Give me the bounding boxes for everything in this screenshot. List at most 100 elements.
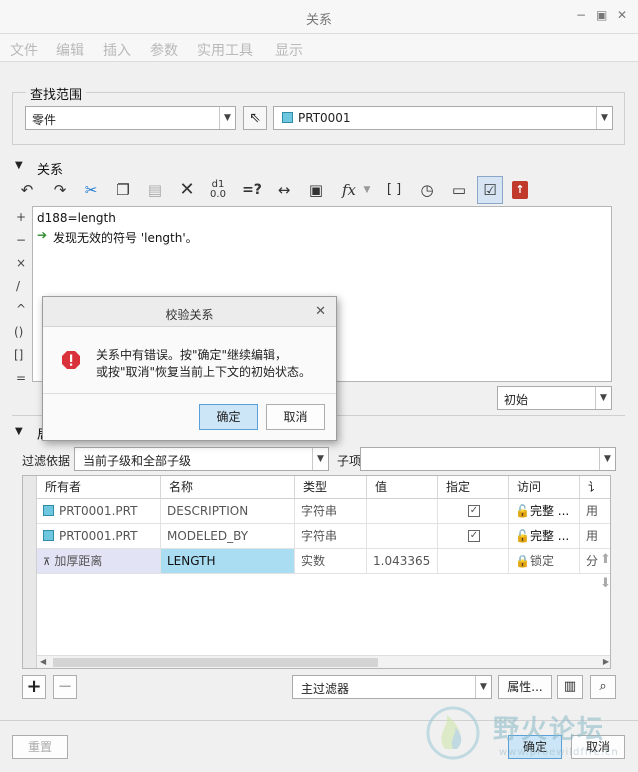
initial-select[interactable]: 初始 ▼ — [497, 386, 612, 410]
dialog-divider — [43, 393, 336, 394]
column-header-type[interactable]: 类型 — [295, 476, 367, 499]
cell-access: 锁定 — [529, 554, 554, 568]
ok-button[interactable]: 确定 — [508, 735, 562, 759]
add-parameter-button[interactable]: + — [22, 675, 46, 699]
table-columns-icon[interactable]: ▥ — [557, 675, 583, 699]
cell-type: 实数 — [295, 549, 367, 574]
redo-icon[interactable]: ↷ — [49, 179, 71, 201]
remove-parameter-button[interactable]: − — [53, 675, 77, 699]
table-row[interactable]: PRT0001.PRT DESCRIPTION 字符串 ✓ 🔓完整 ... 用 — [37, 499, 610, 524]
scroll-left-icon[interactable]: ◀ — [40, 657, 46, 666]
menu-edit[interactable]: 编辑 — [56, 40, 84, 60]
menu-insert[interactable]: 插入 — [103, 40, 131, 60]
op-parentheses[interactable]: () — [14, 325, 23, 339]
chevron-down-icon[interactable]: ▼ — [360, 179, 374, 201]
binoculars-icon[interactable]: ⌕ — [590, 675, 616, 699]
op-power[interactable]: ^ — [16, 302, 26, 316]
move-up-icon[interactable]: ⬆ — [600, 552, 611, 567]
scrollbar-thumb[interactable] — [53, 658, 378, 667]
access-more[interactable]: ... — [558, 529, 569, 543]
parameters-table[interactable]: 所有者 名称 类型 值 指定 访问 讠 PRT0001.PRT DESCRIPT… — [22, 475, 611, 669]
switch-dimensions-icon[interactable]: d1 0.0 — [207, 179, 229, 201]
subitem-select[interactable]: ▼ — [360, 447, 616, 471]
scroll-right-icon[interactable]: ▶ — [603, 657, 609, 666]
chevron-down-icon: ▼ — [312, 448, 328, 470]
dialog-ok-button[interactable]: 确定 — [199, 404, 258, 430]
initial-value: 初始 — [504, 393, 529, 407]
designated-checkbox[interactable]: ✓ — [468, 530, 480, 542]
access-more[interactable]: ... — [558, 504, 569, 518]
cell-access: 完整 — [529, 504, 554, 518]
chevron-down-icon: ▼ — [595, 387, 611, 409]
part-icon — [43, 505, 54, 516]
undo-icon[interactable]: ↶ — [16, 179, 38, 201]
cell-value — [367, 524, 438, 549]
chevron-down-icon: ▼ — [596, 107, 612, 129]
dialog-titlebar: 校验关系 ✕ — [43, 297, 336, 327]
op-plus[interactable]: + — [16, 210, 26, 224]
validate-toggle-icon[interactable]: ☑ — [477, 176, 503, 204]
chevron-down-icon: ▼ — [475, 676, 491, 698]
export-relations-icon[interactable]: ↑ — [512, 181, 528, 199]
minimize-icon[interactable]: − — [576, 8, 586, 22]
dialog-cancel-button[interactable]: 取消 — [266, 404, 325, 430]
column-header-value[interactable]: 值 — [367, 476, 438, 499]
cancel-button[interactable]: 取消 — [571, 735, 625, 759]
move-down-icon[interactable]: ⬇ — [600, 576, 611, 591]
op-divide[interactable]: / — [16, 279, 20, 293]
table-row[interactable]: PRT0001.PRT MODELED_BY 字符串 ✓ 🔓完整 ... 用 — [37, 524, 610, 549]
column-header-access[interactable]: 访问 — [509, 476, 580, 499]
evaluate-button[interactable]: =? — [241, 179, 263, 201]
cell-type: 字符串 — [295, 524, 367, 549]
op-brackets[interactable]: [] — [14, 348, 23, 362]
column-header-name[interactable]: 名称 — [161, 476, 295, 499]
op-minus[interactable]: − — [16, 233, 26, 247]
main-filter-value: 主过滤器 — [301, 682, 350, 696]
footer-divider — [0, 720, 638, 721]
cell-designated — [438, 549, 509, 574]
function-button[interactable]: fx — [338, 179, 360, 201]
measure-icon[interactable]: ↔ — [273, 179, 295, 201]
cell-name[interactable]: LENGTH — [161, 549, 295, 574]
chevron-down-icon: ▼ — [599, 448, 615, 470]
chevron-down-icon: ▼ — [219, 107, 235, 129]
close-icon[interactable]: ✕ — [617, 8, 627, 22]
op-equals[interactable]: = — [16, 371, 26, 385]
delete-icon[interactable]: ✕ — [176, 179, 198, 201]
filter-select[interactable]: 当前子级和全部子级 ▼ — [74, 447, 329, 471]
copy-icon[interactable]: ❐ — [112, 179, 134, 201]
dialog-message-line1: 关系中有错误。按"确定"继续编辑， — [96, 348, 288, 362]
main-filter-select[interactable]: 主过滤器 ▼ — [292, 675, 492, 699]
cell-source: 用 — [580, 524, 610, 549]
sort-relations-icon[interactable]: ▣ — [305, 179, 327, 201]
cut-icon[interactable]: ✂ — [80, 179, 102, 201]
maximize-icon[interactable]: ▣ — [596, 8, 607, 22]
column-header-designated[interactable]: 指定 — [438, 476, 509, 499]
paste-icon[interactable]: ▤ — [144, 179, 166, 201]
designated-checkbox[interactable]: ✓ — [468, 505, 480, 517]
column-header-source[interactable]: 讠 — [580, 476, 610, 499]
select-pointer-button[interactable]: ⇖ — [243, 106, 267, 130]
verify-relations-icon[interactable]: ◷ — [416, 179, 438, 201]
part-icon — [43, 530, 54, 541]
table-row[interactable]: ⊼ 加厚距离 LENGTH 实数 1.043365 🔒锁定 分 — [37, 549, 610, 574]
collapse-triangle-icon[interactable]: ▼ — [15, 426, 23, 437]
scope-model-select[interactable]: PRT0001 ▼ — [273, 106, 613, 130]
horizontal-scrollbar[interactable]: ◀ ▶ — [37, 655, 610, 668]
menu-utilities[interactable]: 实用工具 — [197, 40, 253, 60]
error-icon — [62, 351, 80, 369]
close-icon[interactable]: ✕ — [315, 304, 326, 319]
scope-type-select[interactable]: 零件 ▼ — [25, 106, 236, 130]
menu-parameters[interactable]: 参数 — [150, 40, 178, 60]
op-multiply[interactable]: × — [16, 256, 26, 270]
lock-open-icon: 🔓 — [515, 529, 530, 543]
reset-button[interactable]: 重置 — [12, 735, 68, 759]
column-header-owner[interactable]: 所有者 — [37, 476, 161, 499]
display-icon[interactable]: ▭ — [448, 179, 470, 201]
menu-file[interactable]: 文件 — [10, 40, 38, 60]
collapse-triangle-icon[interactable]: ▼ — [15, 160, 23, 171]
menu-display[interactable]: 显示 — [275, 40, 303, 60]
cursor-arrow-icon: ⇖ — [249, 110, 261, 126]
brackets-icon[interactable]: [ ] — [383, 179, 405, 201]
properties-button[interactable]: 属性... — [498, 675, 552, 699]
